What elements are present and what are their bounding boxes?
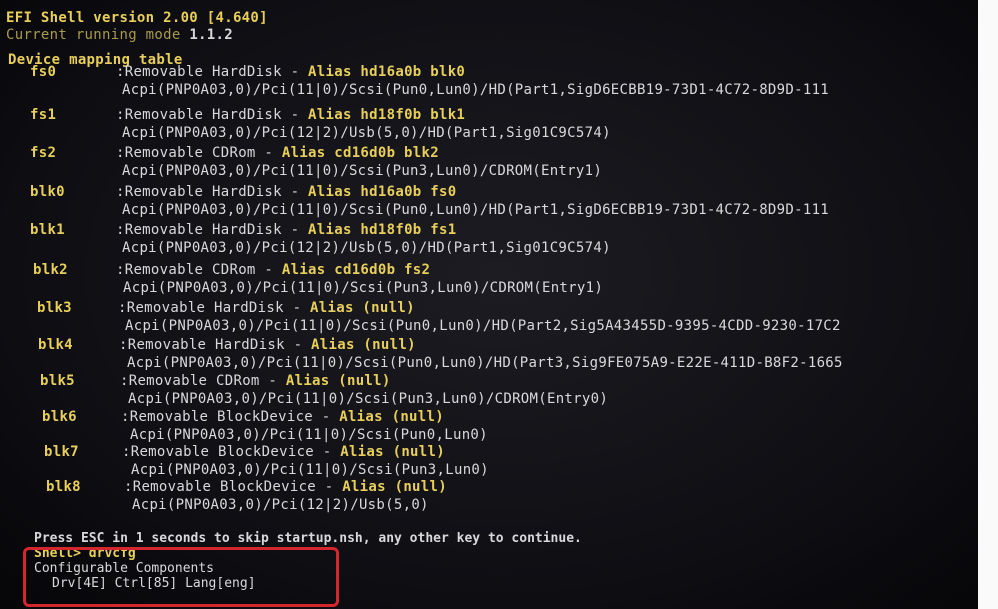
device-alias: Alias hd16a0b blk0: [308, 64, 466, 80]
efi-shell-screen: EFI Shell version 2.00 [4.640] Current r…: [0, 0, 998, 609]
device-name: fs1: [30, 107, 57, 123]
device-description: :Removable CDRom - Alias cd16d0b fs2: [116, 262, 430, 278]
device-path: Acpi(PNP0A03,0)/Pci(11|0)/Scsi(Pun0,Lun0…: [122, 82, 830, 98]
device-name: blk4: [38, 337, 73, 353]
device-type: :Removable HardDisk -: [116, 222, 309, 238]
device-description: :Removable CDRom - Alias cd16d0b blk2: [116, 145, 439, 161]
device-description: :Removable HardDisk - Alias hd18f0b blk1: [116, 107, 465, 123]
running-mode-line: Current running mode 1.1.2: [6, 27, 233, 43]
device-path: Acpi(PNP0A03,0)/Pci(12|2)/Usb(5,0): [132, 497, 429, 513]
device-alias: Alias cd16d0b fs2: [281, 262, 431, 278]
device-type: :Removable BlockDevice -: [121, 409, 340, 425]
device-type: :Removable CDRom -: [120, 373, 286, 389]
device-description: :Removable BlockDevice - Alias (null): [122, 444, 445, 460]
device-name: blk0: [30, 184, 65, 200]
device-type: :Removable BlockDevice -: [122, 444, 341, 460]
device-name: blk1: [30, 222, 65, 238]
device-alias: Alias cd16d0b blk2: [281, 145, 439, 161]
device-alias: Alias (null): [342, 479, 447, 495]
photo-margin: [978, 0, 998, 609]
device-alias: Alias (null): [285, 373, 391, 389]
device-name: fs2: [30, 145, 57, 161]
device-description: :Removable HardDisk - Alias (null): [118, 300, 415, 316]
device-name: blk2: [33, 262, 68, 278]
device-alias: Alias (null): [340, 444, 445, 460]
device-path: Acpi(PNP0A03,0)/Pci(11|0)/Scsi(Pun0,Lun0…: [130, 427, 488, 443]
device-description: :Removable HardDisk - Alias hd16a0b fs0: [116, 184, 456, 200]
startup-prompt-message: Press ESC in 1 seconds to skip startup.n…: [34, 531, 582, 546]
device-alias: Alias (null): [339, 409, 444, 425]
device-path: Acpi(PNP0A03,0)/Pci(12|2)/Usb(5,0)/HD(Pa…: [122, 125, 611, 141]
device-name: blk7: [44, 444, 79, 460]
device-name: blk8: [46, 479, 81, 495]
device-path: Acpi(PNP0A03,0)/Pci(11|0)/Scsi(Pun3,Lun0…: [123, 280, 604, 296]
device-path: Acpi(PNP0A03,0)/Pci(12|2)/Usb(5,0)/HD(Pa…: [122, 240, 611, 256]
device-path: Acpi(PNP0A03,0)/Pci(11|0)/Scsi(Pun3,Lun0…: [128, 391, 609, 407]
shell-banner: EFI Shell version 2.00 [4.640]: [6, 10, 268, 26]
device-description: :Removable HardDisk - Alias hd18f0b fs1: [116, 222, 456, 238]
device-path: Acpi(PNP0A03,0)/Pci(11|0)/Scsi(Pun3,Lun0…: [122, 163, 603, 179]
device-description: :Removable HardDisk - Alias (null): [119, 337, 416, 353]
device-description: :Removable BlockDevice - Alias (null): [121, 409, 444, 425]
running-mode-label: Current running mode: [6, 27, 181, 43]
device-alias: Alias hd18f0b fs1: [308, 222, 457, 238]
device-type: :Removable HardDisk -: [119, 337, 312, 353]
device-alias: Alias (null): [311, 337, 416, 353]
device-description: :Removable CDRom - Alias (null): [120, 373, 391, 389]
device-type: :Removable HardDisk -: [118, 300, 311, 316]
device-alias: Alias (null): [310, 300, 415, 316]
device-type: :Removable BlockDevice -: [124, 479, 343, 495]
device-name: blk6: [42, 409, 77, 425]
device-name: blk5: [40, 373, 75, 389]
device-alias: Alias hd18f0b blk1: [308, 107, 466, 123]
running-mode-value: 1.1.2: [189, 27, 233, 43]
device-type: :Removable CDRom -: [116, 145, 282, 161]
red-highlight-annotation: [23, 547, 339, 607]
device-path: Acpi(PNP0A03,0)/Pci(11|0)/Scsi(Pun0,Lun0…: [125, 318, 841, 334]
device-type: :Removable HardDisk -: [116, 184, 309, 200]
device-path: Acpi(PNP0A03,0)/Pci(11|0)/Scsi(Pun0,Lun0…: [122, 202, 830, 218]
device-name: fs0: [30, 64, 57, 80]
device-type: :Removable HardDisk -: [116, 107, 309, 123]
device-alias: Alias hd16a0b fs0: [308, 184, 457, 200]
device-description: :Removable BlockDevice - Alias (null): [124, 479, 447, 495]
device-path: Acpi(PNP0A03,0)/Pci(11|0)/Scsi(Pun0,Lun0…: [127, 355, 843, 371]
device-description: :Removable HardDisk - Alias hd16a0b blk0: [116, 64, 465, 80]
device-type: :Removable HardDisk -: [116, 64, 309, 80]
device-path: Acpi(PNP0A03,0)/Pci(11|0)/Scsi(Pun3,Lun0…: [131, 462, 489, 478]
device-type: :Removable CDRom -: [116, 262, 282, 278]
device-name: blk3: [37, 300, 72, 316]
